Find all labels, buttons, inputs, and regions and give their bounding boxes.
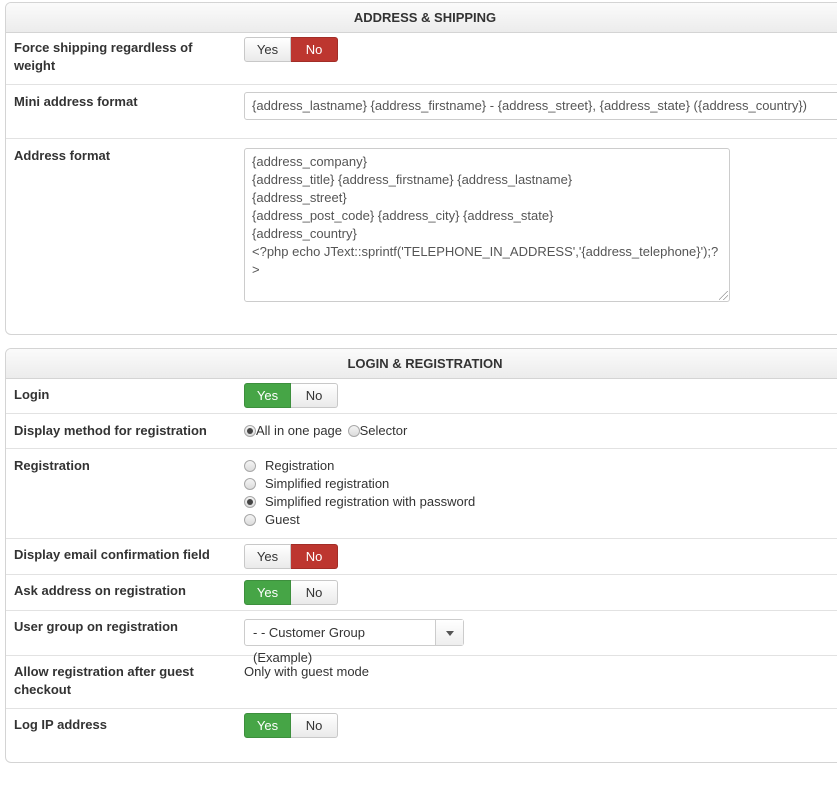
mini-address-input[interactable]: {address_lastname} {address_firstname} -…	[244, 92, 837, 120]
field-label: Allow registration after guest checkout	[14, 664, 194, 697]
radio-selector[interactable]	[347, 425, 360, 437]
textarea-line: <?php echo JText::sprintf('TELEPHONE_IN_…	[252, 244, 719, 259]
field-label: Registration	[14, 458, 90, 473]
textarea-line: {address_title} {address_firstname} {add…	[252, 172, 573, 187]
display-method-radios: All in one page Selector	[244, 422, 409, 440]
radio-label: All in one page	[256, 423, 343, 438]
yes-button[interactable]: Yes	[244, 37, 291, 62]
select-value: - - Customer Group (Example)	[253, 625, 365, 665]
ask-address-toggle: Yes No	[244, 580, 338, 605]
panel-title: ADDRESS & SHIPPING	[6, 3, 837, 33]
login-registration-panel: LOGIN & REGISTRATION Login Yes No Displa…	[5, 348, 837, 763]
field-label: User group on registration	[14, 619, 178, 634]
radio-label: Simplified registration	[265, 476, 390, 491]
user-group-select[interactable]: - - Customer Group (Example)	[244, 619, 464, 665]
radio-all-in-one-page[interactable]	[244, 425, 256, 437]
textarea-line: {address_street}	[252, 190, 347, 205]
field-label: Log IP address	[14, 717, 107, 732]
radio-simplified-with-password[interactable]	[244, 496, 256, 508]
login-toggle: Yes No	[244, 383, 338, 408]
textarea-line: >	[252, 262, 260, 277]
radio-label: Guest	[265, 512, 300, 527]
no-button[interactable]: No	[291, 383, 338, 408]
no-button[interactable]: No	[291, 37, 338, 62]
address-format-row: Address format {address_company} {addres…	[6, 139, 837, 334]
address-format-textarea[interactable]: {address_company} {address_title} {addre…	[244, 148, 730, 302]
allow-after-guest-row: Allow registration after guest checkout …	[6, 656, 837, 709]
log-ip-toggle: Yes No	[244, 713, 338, 738]
user-group-row: User group on registration - - Customer …	[6, 611, 837, 665]
textarea-line: {address_country}	[252, 226, 357, 241]
resize-handle-icon[interactable]	[719, 291, 728, 300]
field-label: Display email confirmation field	[14, 547, 210, 562]
force-shipping-row: Force shipping regardless of weight Yes …	[6, 33, 837, 85]
yes-button[interactable]: Yes	[244, 544, 291, 569]
ask-address-row: Ask address on registration Yes No	[6, 575, 837, 611]
allow-after-guest-value: Only with guest mode	[244, 664, 370, 679]
radio-simplified-registration[interactable]	[244, 478, 256, 490]
registration-row: Registration Registration Simplified reg…	[6, 449, 837, 539]
field-label: Force shipping regardless of weight	[14, 40, 193, 73]
field-label: Address format	[14, 148, 111, 163]
registration-radios: Registration Simplified registration Sim…	[244, 457, 475, 529]
display-method-row: Display method for registration All in o…	[6, 414, 837, 449]
mini-address-row: Mini address format {address_lastname} {…	[6, 85, 837, 139]
field-label: Ask address on registration	[14, 583, 186, 598]
address-shipping-panel: ADDRESS & SHIPPING Force shipping regard…	[5, 2, 837, 335]
email-confirmation-row: Display email confirmation field Yes No	[6, 539, 837, 575]
no-button[interactable]: No	[291, 580, 338, 605]
chevron-down-icon[interactable]	[435, 620, 463, 645]
radio-guest[interactable]	[244, 514, 256, 526]
textarea-line: {address_company}	[252, 154, 367, 169]
radio-label: Registration	[265, 458, 335, 473]
radio-registration[interactable]	[244, 460, 256, 472]
radio-label: Simplified registration with password	[265, 494, 476, 509]
log-ip-row: Log IP address Yes No	[6, 709, 837, 759]
force-shipping-toggle: Yes No	[244, 37, 338, 62]
yes-button[interactable]: Yes	[244, 383, 291, 408]
textarea-line: {address_post_code} {address_city} {addr…	[252, 208, 554, 223]
yes-button[interactable]: Yes	[244, 580, 291, 605]
field-label: Login	[14, 387, 50, 402]
no-button[interactable]: No	[291, 544, 338, 569]
email-confirmation-toggle: Yes No	[244, 544, 338, 569]
radio-label: Selector	[359, 423, 408, 438]
field-label: Mini address format	[14, 94, 138, 109]
yes-button[interactable]: Yes	[244, 713, 291, 738]
no-button[interactable]: No	[291, 713, 338, 738]
field-label: Display method for registration	[14, 423, 207, 438]
login-row: Login Yes No	[6, 379, 837, 414]
panel-title: LOGIN & REGISTRATION	[6, 349, 837, 379]
